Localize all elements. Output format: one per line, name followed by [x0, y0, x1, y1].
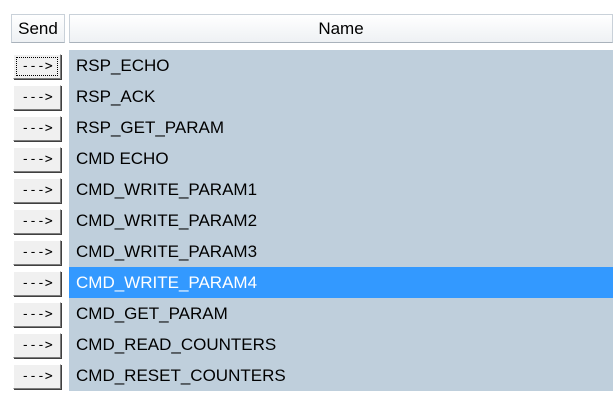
table-row[interactable]: ---> CMD_WRITE_PARAM3 — [0, 236, 613, 267]
message-name-cell[interactable]: CMD_WRITE_PARAM4 — [69, 267, 613, 298]
send-button[interactable]: ---> — [13, 147, 61, 172]
message-name-cell[interactable]: RSP_ECHO — [69, 50, 613, 81]
send-button[interactable]: ---> — [13, 116, 61, 141]
table-row[interactable]: ---> CMD_GET_PARAM — [0, 298, 613, 329]
table-row[interactable]: ---> RSP_GET_PARAM — [0, 112, 613, 143]
send-button[interactable]: ---> — [13, 209, 61, 234]
message-grid: Send Name ---> RSP_ECHO ---> RSP_ACK ---… — [0, 0, 613, 401]
send-button[interactable]: ---> — [13, 271, 61, 296]
table-row[interactable]: ---> RSP_ECHO — [0, 50, 613, 81]
send-button[interactable]: ---> — [13, 333, 61, 358]
message-name-cell[interactable]: RSP_GET_PARAM — [69, 112, 613, 143]
grid-header: Send Name — [0, 0, 613, 50]
table-row[interactable]: ---> CMD ECHO — [0, 143, 613, 174]
send-button[interactable]: ---> — [13, 302, 61, 327]
table-row[interactable]: ---> CMD_WRITE_PARAM4 — [0, 267, 613, 298]
table-row[interactable]: ---> CMD_READ_COUNTERS — [0, 329, 613, 360]
message-name-cell[interactable]: CMD_RESET_COUNTERS — [69, 360, 613, 391]
table-row[interactable]: ---> CMD_WRITE_PARAM2 — [0, 205, 613, 236]
grid-body: ---> RSP_ECHO ---> RSP_ACK ---> RSP_GET_… — [0, 50, 613, 401]
column-header-send[interactable]: Send — [11, 14, 65, 43]
send-button[interactable]: ---> — [13, 240, 61, 265]
send-button[interactable]: ---> — [13, 85, 61, 110]
table-row[interactable]: ---> CMD_WRITE_PARAM1 — [0, 174, 613, 205]
table-row[interactable]: ---> CMD_RESET_COUNTERS — [0, 360, 613, 391]
message-name-cell[interactable]: CMD_WRITE_PARAM3 — [69, 236, 613, 267]
column-header-name[interactable]: Name — [69, 14, 613, 43]
table-row[interactable]: ---> RSP_ACK — [0, 81, 613, 112]
message-name-cell[interactable]: CMD_READ_COUNTERS — [69, 329, 613, 360]
send-button[interactable]: ---> — [13, 178, 61, 203]
message-name-cell[interactable]: CMD ECHO — [69, 143, 613, 174]
message-name-cell[interactable]: CMD_GET_PARAM — [69, 298, 613, 329]
message-name-cell[interactable]: CMD_WRITE_PARAM2 — [69, 205, 613, 236]
send-button[interactable]: ---> — [13, 54, 61, 79]
send-button[interactable]: ---> — [13, 364, 61, 389]
message-name-cell[interactable]: RSP_ACK — [69, 81, 613, 112]
message-name-cell[interactable]: CMD_WRITE_PARAM1 — [69, 174, 613, 205]
